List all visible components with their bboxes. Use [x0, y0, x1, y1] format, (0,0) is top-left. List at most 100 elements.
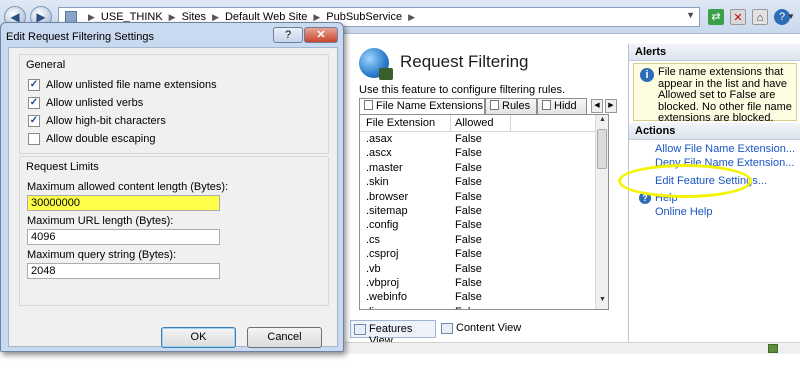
dialog-title: Edit Request Filtering Settings	[6, 31, 154, 43]
features-view-button[interactable]: Features View	[350, 320, 436, 347]
file-extension-cell: .asax	[366, 133, 393, 145]
extensions-list[interactable]: File Extension Allowed .asax False .ascx Fa…	[359, 114, 609, 310]
stop-icon[interactable]: ✕	[730, 9, 746, 25]
request-limits-label: Request Limits	[26, 161, 99, 173]
table-row[interactable]: .licx False	[360, 306, 595, 309]
table-row[interactable]: .skin False	[360, 176, 595, 190]
table-row[interactable]: .webinfo False	[360, 291, 595, 305]
table-row[interactable]: .master False	[360, 162, 595, 176]
table-row[interactable]: .csproj False	[360, 248, 595, 262]
allow-extension-link[interactable]: Allow File Name Extension...	[655, 143, 795, 155]
checkbox-box[interactable]	[28, 133, 40, 145]
request-limits-group: Request Limits Maximum allowed content l…	[19, 156, 329, 306]
table-row[interactable]: .ascx False	[360, 147, 595, 161]
info-icon: i	[640, 68, 654, 82]
file-extension-cell: .sitemap	[366, 204, 408, 217]
tab-file-name-extensions[interactable]: File Name Extensions	[359, 98, 485, 115]
tab-scroll-right-icon[interactable]: ▶	[605, 99, 617, 113]
allowed-cell: False	[455, 306, 482, 309]
general-label: General	[26, 59, 66, 71]
file-extension-cell: .webinfo	[366, 291, 407, 304]
checkbox-box[interactable]: ✓	[28, 97, 40, 109]
tab-icon	[364, 100, 373, 110]
alert-box: i File name extensions that appear in th…	[633, 63, 797, 124]
checkbox-box[interactable]: ✓	[28, 115, 40, 127]
table-row[interactable]: .cs False	[360, 234, 595, 248]
file-extension-cell: .vb	[366, 262, 381, 275]
file-extension-cell: .skin	[366, 176, 389, 189]
home-icon[interactable]: ⌂	[752, 9, 768, 25]
list-header: File Extension Allowed	[360, 115, 595, 132]
view-switcher: Features View Content View	[350, 320, 622, 347]
status-bar	[345, 342, 800, 354]
highlight-annotation	[618, 164, 752, 198]
dialog-help-button[interactable]: ?	[273, 27, 303, 43]
ok-button[interactable]: OK	[161, 327, 236, 348]
file-extension-cell: .csproj	[366, 248, 399, 261]
address-dropdown-icon[interactable]: ▼	[686, 10, 695, 20]
allowed-cell: False	[455, 262, 482, 275]
file-extension-cell: .master	[366, 161, 403, 174]
max-content-length-label: Maximum allowed content length (Bytes):	[27, 181, 229, 193]
table-row[interactable]: .asax False	[360, 133, 595, 147]
checkbox-box[interactable]: ✓	[28, 79, 40, 91]
max-content-length-field[interactable]	[27, 195, 220, 211]
file-extension-cell: .config	[366, 219, 399, 232]
max-query-string-label: Maximum query string (Bytes):	[27, 249, 177, 261]
column-allowed[interactable]: Allowed	[455, 117, 494, 129]
max-url-length-field[interactable]	[27, 229, 220, 245]
table-row[interactable]: .browser False	[360, 191, 595, 205]
allowed-cell: False	[455, 190, 482, 203]
table-row[interactable]: .vbproj False	[360, 277, 595, 291]
scroll-thumb[interactable]	[597, 129, 607, 169]
chevron-right-icon: ▶	[408, 11, 415, 22]
tab-scroll-left-icon[interactable]: ◀	[591, 99, 603, 113]
page-description: Use this feature to configure filtering …	[359, 84, 566, 96]
alert-text: File name extensions that appear in the …	[658, 66, 792, 124]
tab-rules[interactable]: Rules	[485, 98, 537, 114]
feature-tabs: File Name Extensions Rules Hidd ◀ ▶	[359, 98, 621, 115]
max-query-string-field[interactable]	[27, 263, 220, 279]
allowed-cell: False	[455, 147, 482, 160]
table-row[interactable]: .sitemap False	[360, 205, 595, 219]
status-icon	[768, 344, 778, 353]
allowed-cell: False	[455, 248, 482, 261]
scroll-up-icon[interactable]: ▲	[597, 116, 608, 128]
edit-request-filtering-dialog: Edit Request Filtering Settings ? ✕ Gene…	[0, 22, 344, 352]
allowed-cell: False	[455, 219, 482, 232]
table-row[interactable]: .vb False	[360, 263, 595, 277]
chevron-right-icon: ▶	[88, 11, 95, 22]
table-row[interactable]: .config False	[360, 219, 595, 233]
file-extension-cell: .cs	[366, 233, 381, 246]
list-body: .asax False .ascx False .master False .skin Fal…	[360, 133, 595, 309]
refresh-icon[interactable]: ⇄	[708, 9, 724, 25]
online-help-link[interactable]: Online Help	[655, 206, 712, 218]
allowed-cell: False	[455, 133, 482, 145]
content-view-button[interactable]: Content View	[438, 320, 538, 338]
allowed-cell: False	[455, 291, 482, 304]
tab-hidden-segments[interactable]: Hidd	[537, 98, 587, 114]
chevron-right-icon: ▶	[168, 11, 176, 22]
cancel-button[interactable]: Cancel	[247, 327, 322, 348]
alerts-header: Alerts	[629, 44, 800, 61]
tab-icon	[490, 100, 499, 110]
chevron-right-icon: ▶	[212, 11, 219, 22]
max-url-length-label: Maximum URL length (Bytes):	[27, 215, 174, 227]
dialog-close-button[interactable]: ✕	[304, 27, 338, 43]
column-divider	[450, 115, 451, 132]
help-dropdown-icon[interactable]: ▼	[786, 9, 796, 25]
allowed-cell: False	[455, 176, 482, 189]
column-divider	[510, 115, 511, 132]
scroll-down-icon[interactable]: ▼	[597, 296, 608, 308]
chevron-right-icon: ▶	[313, 11, 321, 22]
allowed-cell: False	[455, 204, 482, 217]
general-group: General ✓ Allow unlisted file name exten…	[19, 54, 329, 154]
file-extension-cell: .vbproj	[366, 276, 400, 289]
page-title: Request Filtering	[400, 52, 529, 71]
feature-page: Request Filtering Use this feature to co…	[345, 44, 623, 344]
allowed-cell: False	[455, 276, 482, 289]
tab-icon	[542, 100, 551, 110]
list-scrollbar[interactable]: ▲ ▼	[595, 115, 608, 309]
column-file-extension[interactable]: File Extension	[366, 117, 435, 129]
content-view-icon	[441, 323, 453, 334]
